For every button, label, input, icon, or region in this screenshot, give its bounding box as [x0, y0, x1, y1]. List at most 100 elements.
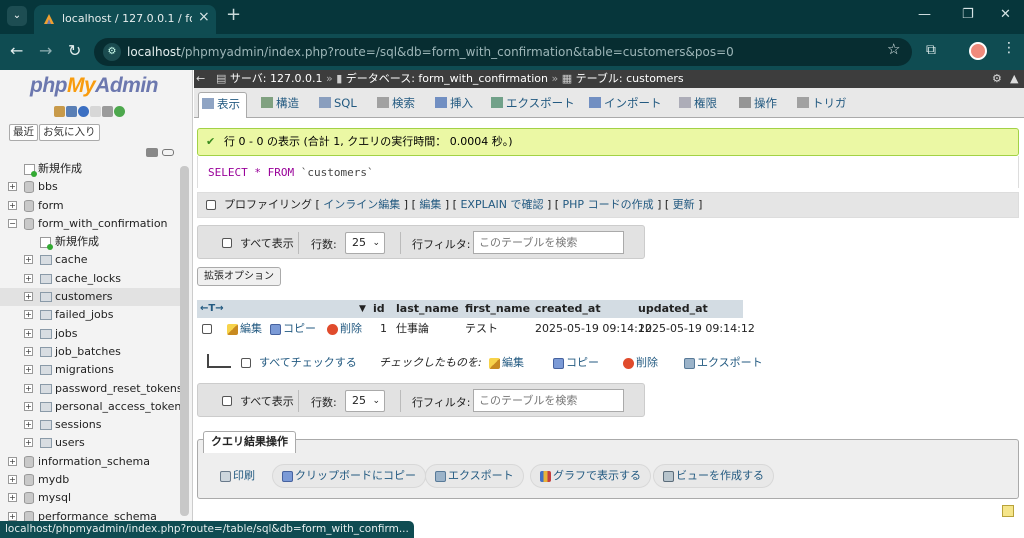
row-delete-link[interactable]: 削除 — [327, 318, 362, 340]
export-button[interactable]: エクスポート — [425, 464, 524, 488]
tree-item-label[interactable]: users — [55, 434, 85, 452]
expand-icon[interactable]: + — [24, 438, 33, 448]
tree-item-label[interactable]: cache — [55, 251, 88, 269]
link-with-main-icon[interactable] — [162, 149, 174, 156]
tree-item-label[interactable]: job_batches — [55, 343, 121, 361]
extensions-icon[interactable]: ⧉ — [926, 42, 936, 58]
collapse-nav-icon[interactable]: ← — [196, 70, 205, 88]
forward-icon[interactable]: → — [39, 42, 52, 60]
new-tab-icon[interactable]: + — [226, 5, 241, 25]
address-bar[interactable]: ⚙ localhost/phpmyadmin/index.php?route=/… — [94, 38, 912, 66]
tree-item-sessions[interactable]: + sessions — [0, 416, 180, 434]
close-window-icon[interactable]: ✕ — [1000, 7, 1011, 22]
tree-item-[interactable]: 新規作成 — [0, 160, 180, 178]
tree-item-label[interactable]: form_with_confirmation — [38, 215, 168, 233]
expand-icon[interactable]: + — [24, 255, 33, 265]
expand-icon[interactable]: + — [8, 493, 17, 503]
back-icon[interactable]: ← — [10, 42, 23, 60]
tree-item-form[interactable]: + form — [0, 197, 180, 215]
console-toggle-icon[interactable] — [1002, 505, 1014, 517]
tree-item-customers[interactable]: + customers — [0, 288, 180, 307]
check-all-label[interactable]: すべてチェックする — [259, 352, 357, 374]
row-filter-input[interactable]: このテーブルを検索 — [473, 389, 624, 412]
scroll-top-icon[interactable]: ▲ — [1010, 70, 1018, 88]
tree-item-mydb[interactable]: + mydb — [0, 471, 180, 489]
tree-item-label[interactable]: customers — [55, 288, 113, 306]
col-id[interactable]: id — [373, 300, 385, 318]
expand-icon[interactable]: + — [24, 346, 33, 356]
tree-item-label[interactable]: 新規作成 — [38, 160, 82, 178]
tree-item-[interactable]: 新規作成 — [0, 233, 180, 251]
tree-item-label[interactable]: sessions — [55, 416, 101, 434]
expand-icon[interactable]: + — [8, 475, 17, 485]
expand-icon[interactable]: + — [8, 200, 17, 210]
tree-item-label[interactable]: 新規作成 — [55, 233, 99, 251]
tree-item-label[interactable]: cache_locks — [55, 270, 121, 288]
tab-browse[interactable]: 表示 — [198, 92, 247, 118]
breadcrumb-table[interactable]: テーブル: customers — [576, 72, 684, 85]
tree-item-bbs[interactable]: + bbs — [0, 178, 180, 196]
tree-item-mysql[interactable]: + mysql — [0, 489, 180, 507]
cell-id[interactable]: 1 — [380, 318, 387, 340]
sort-icon[interactable]: ▼ — [359, 300, 366, 318]
rows-per-page-select[interactable]: 25 ⌄ — [345, 390, 385, 412]
show-all-checkbox[interactable] — [222, 396, 232, 406]
tree-item-personal_access_tokens[interactable]: + personal_access_tokens — [0, 398, 187, 416]
browser-tab[interactable]: localhost / 127.0.0.1 / form_wit × — [34, 5, 216, 34]
expand-icon[interactable]: + — [24, 383, 33, 393]
site-info-icon[interactable]: ⚙ — [103, 43, 121, 61]
expand-icon[interactable]: + — [24, 401, 33, 411]
tab-import[interactable]: インポート — [586, 92, 668, 118]
tree-item-password_reset_tokens[interactable]: + password_reset_tokens — [0, 380, 183, 398]
tab-sql[interactable]: SQL — [316, 92, 363, 118]
bulk-delete-button[interactable]: 削除 — [623, 352, 658, 374]
row-checkbox[interactable] — [202, 324, 212, 334]
profile-avatar[interactable] — [969, 42, 987, 60]
tree-item-users[interactable]: + users — [0, 434, 180, 452]
bulk-copy-button[interactable]: コピー — [553, 352, 599, 374]
copy-clipboard-button[interactable]: クリップボードにコピー — [272, 464, 426, 488]
tree-item-job_batches[interactable]: + job_batches — [0, 343, 180, 361]
expand-icon[interactable]: + — [8, 456, 17, 466]
row-copy-link[interactable]: コピー — [270, 318, 316, 340]
phpmyadmin-logo[interactable]: phpMyAdmin — [30, 74, 158, 98]
tab-export[interactable]: エクスポート — [488, 92, 581, 118]
tree-item-migrations[interactable]: + migrations — [0, 361, 180, 379]
inline-edit-link[interactable]: インライン編集 — [323, 198, 400, 211]
tab-insert[interactable]: 挿入 — [432, 92, 479, 118]
bulk-export-button[interactable]: エクスポート — [684, 352, 763, 374]
tree-item-information_schema[interactable]: + information_schema — [0, 453, 180, 471]
tab-search[interactable]: 検索 — [374, 92, 421, 118]
expand-icon[interactable]: + — [24, 310, 33, 320]
print-button[interactable]: 印刷 — [210, 464, 265, 488]
expand-icon[interactable]: + — [24, 273, 33, 283]
tree-item-label[interactable]: failed_jobs — [55, 306, 113, 324]
check-all-checkbox[interactable] — [241, 358, 251, 368]
tree-item-label[interactable]: personal_access_tokens — [55, 398, 187, 416]
show-all-label[interactable]: すべて表示 — [240, 393, 294, 409]
tab-operations[interactable]: 操作 — [736, 92, 783, 118]
reload-icon[interactable]: ↻ — [68, 42, 81, 60]
expand-icon[interactable]: + — [24, 365, 33, 375]
page-settings-icon[interactable]: ⚙ — [992, 70, 1002, 88]
reload-nav-icon[interactable] — [114, 105, 125, 117]
collapse-icon[interactable]: − — [8, 218, 17, 228]
tree-item-failed_jobs[interactable]: + failed_jobs — [0, 306, 180, 324]
display-chart-button[interactable]: グラフで表示する — [530, 464, 651, 488]
tree-item-label[interactable]: information_schema — [38, 453, 150, 471]
expand-icon[interactable]: + — [8, 511, 17, 521]
explain-link[interactable]: EXPLAIN で確認 — [460, 198, 543, 211]
close-tab-icon[interactable]: × — [198, 10, 210, 24]
sql-query[interactable]: SELECT * FROM `customers` — [208, 166, 374, 179]
refresh-link[interactable]: 更新 — [673, 198, 695, 211]
tree-item-form_with_confirmation[interactable]: − form_with_confirmation — [0, 215, 180, 233]
edit-query-link[interactable]: 編集 — [419, 198, 441, 211]
expand-icon[interactable]: + — [24, 292, 33, 302]
tree-item-label[interactable]: migrations — [55, 361, 114, 379]
row-filter-input[interactable]: このテーブルを検索 — [473, 231, 624, 254]
more-menu-icon[interactable]: ⋮ — [1002, 40, 1016, 56]
tree-item-cache_locks[interactable]: + cache_locks — [0, 270, 180, 288]
tree-item-cache[interactable]: + cache — [0, 251, 180, 269]
expand-icon[interactable]: + — [24, 420, 33, 430]
breadcrumb-database[interactable]: データベース: form_with_confirmation — [346, 72, 548, 85]
